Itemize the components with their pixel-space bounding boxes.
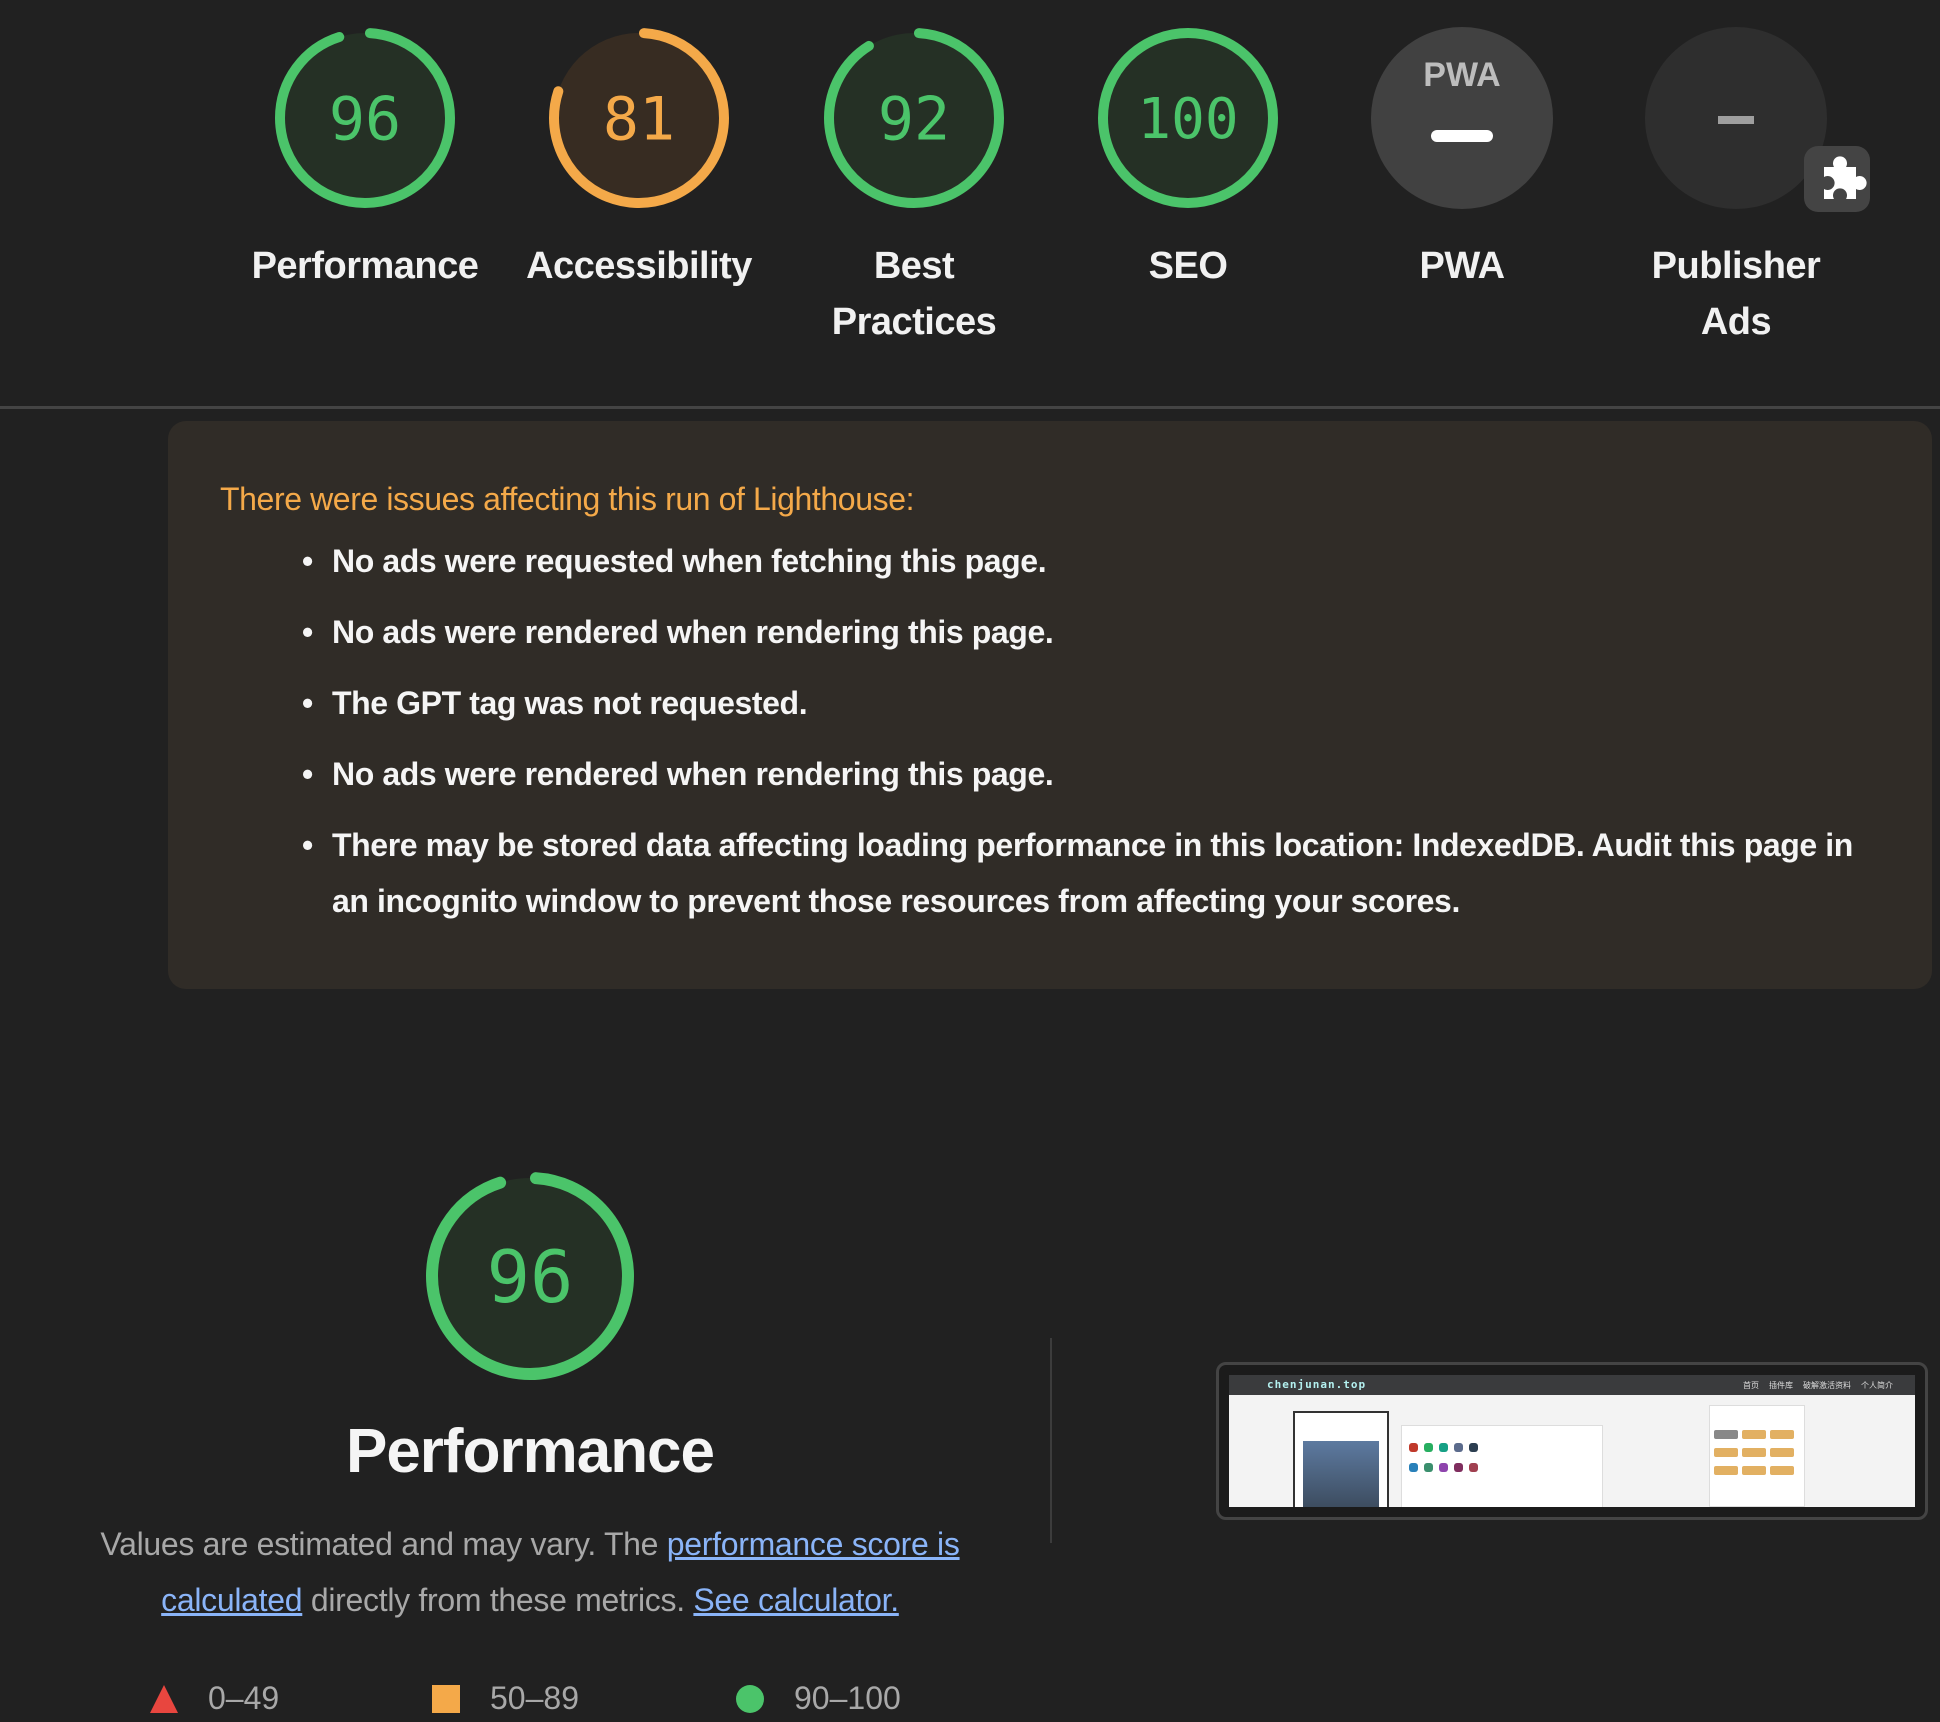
runtime-warnings: There were issues affecting this run of … <box>168 421 1932 989</box>
gauge-score: 96 <box>487 1235 574 1319</box>
performance-description: Values are estimated and may vary. The p… <box>100 1526 960 1618</box>
gauge-score: 81 <box>603 85 675 155</box>
thumbnail-profile-card <box>1293 1411 1389 1507</box>
thumbnail-tags <box>1709 1405 1805 1507</box>
gauge-best-practices[interactable]: 92 Best Practices <box>794 26 1034 350</box>
pwa-logo-icon: PWA <box>1423 56 1500 94</box>
thumbnail-nav: 首页 插件库 破解激活资料 个人简介 <box>1743 1381 1893 1390</box>
gauge-score: 92 <box>878 85 950 155</box>
thumbnail-photo <box>1303 1441 1379 1507</box>
legend-pass: 90–100 <box>736 1680 901 1717</box>
gauge-accessibility[interactable]: 81 Accessibility <box>519 26 759 294</box>
thumbnail-header: chenjunan.top 首页 插件库 破解激活资料 个人简介 <box>1229 1375 1915 1395</box>
legend-average: 50–89 <box>432 1680 579 1717</box>
gauge-score: 96 <box>329 85 401 155</box>
gauge-label: Accessibility <box>526 245 752 287</box>
bullet-icon: • <box>302 685 313 721</box>
triangle-icon <box>150 1684 178 1713</box>
gauge-performance[interactable]: 96 Performance <box>245 26 485 294</box>
category-gauges: 96 Performance 81 Accessibility 92 Best P… <box>0 0 1940 408</box>
bullet-icon: • <box>302 614 313 650</box>
circle-icon <box>736 1684 764 1713</box>
gauge-score: 100 <box>1137 87 1238 152</box>
gauge-ring: 96 <box>275 28 455 208</box>
warning-list: • No ads were requested when fetching thi… <box>220 533 1880 929</box>
gauge-ring: 92 <box>824 28 1004 208</box>
gauge-ring: 100 <box>1098 28 1278 208</box>
section-divider <box>1050 1338 1052 1543</box>
warning-item: • No ads were rendered when rendering thi… <box>302 604 1880 660</box>
bullet-icon: • <box>302 827 313 863</box>
dash-icon <box>1431 130 1493 142</box>
gauge-publisher-ads[interactable]: Publisher Ads <box>1616 26 1870 350</box>
performance-title: Performance <box>345 1417 715 1486</box>
warning-item: • There may be stored data affecting load… <box>302 817 1880 929</box>
gauge-seo[interactable]: 100 SEO <box>1068 26 1308 294</box>
thumbnail-article <box>1401 1425 1603 1507</box>
final-screenshot[interactable]: chenjunan.top 首页 插件库 破解激活资料 个人简介 <box>1216 1362 1928 1520</box>
gauge-label: Best Practices <box>831 245 997 343</box>
see-calculator-link[interactable]: See calculator. <box>693 1582 899 1618</box>
bullet-icon: • <box>302 756 313 792</box>
warning-item: • No ads were requested when fetching thi… <box>302 533 1880 589</box>
page-thumbnail: chenjunan.top 首页 插件库 破解激活资料 个人简介 <box>1229 1375 1915 1507</box>
dash-icon <box>1718 116 1754 124</box>
warning-item: • The GPT tag was not requested. <box>302 675 1880 731</box>
plugin-badge <box>1645 27 1870 212</box>
square-icon <box>432 1684 460 1713</box>
gauge-label: SEO <box>1148 245 1228 287</box>
gauge-label: Publisher Ads <box>1651 245 1821 343</box>
thumbnail-site-name: chenjunan.top <box>1267 1378 1367 1391</box>
gauge-ring: 81 <box>549 28 729 208</box>
gauge-label: Performance <box>251 245 479 287</box>
legend-fail: 0–49 <box>150 1680 279 1717</box>
bullet-icon: • <box>302 543 313 579</box>
warning-item: • No ads were rendered when rendering thi… <box>302 746 1880 802</box>
performance-gauge: 96 <box>426 1172 634 1380</box>
warning-title: There were issues affecting this run of … <box>220 481 915 517</box>
pwa-badge: PWA <box>1371 27 1553 209</box>
gauge-pwa[interactable]: PWA PWA <box>1342 26 1582 294</box>
gauge-label: PWA <box>1419 245 1505 287</box>
score-legend: 0–49 50–89 90–100 <box>0 1680 1000 1722</box>
header-divider <box>0 406 1940 409</box>
